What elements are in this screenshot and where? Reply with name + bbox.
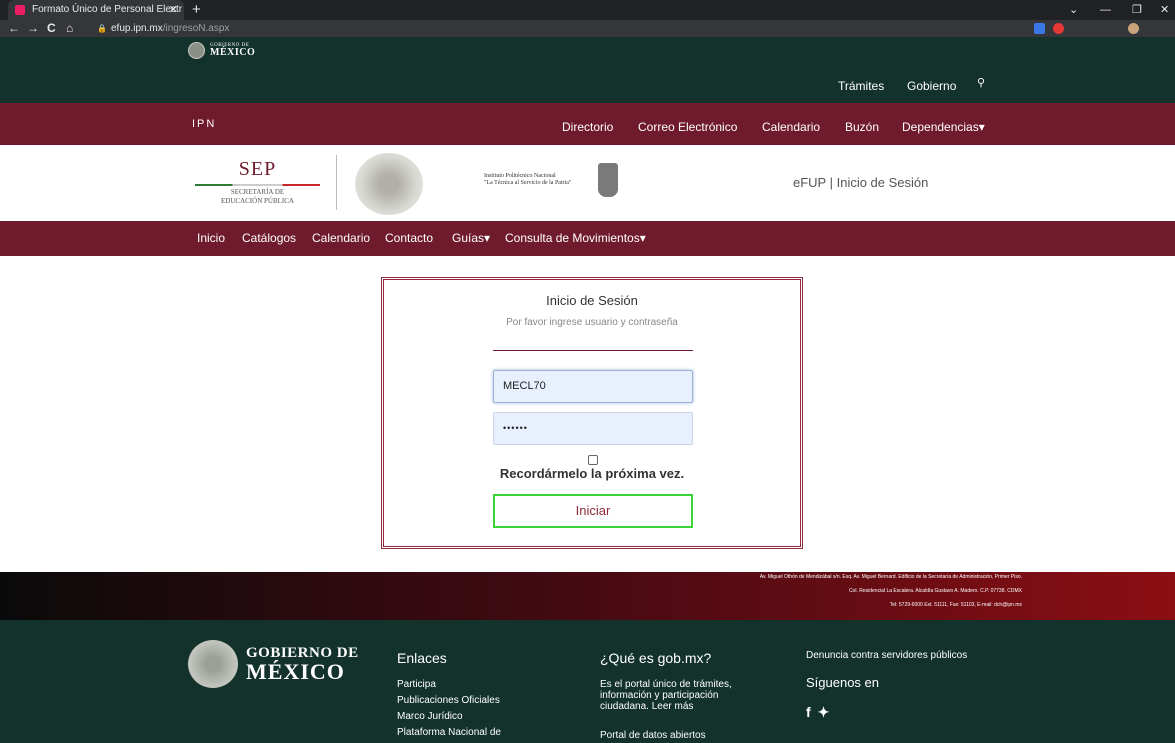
enlaces-heading: Enlaces xyxy=(397,650,447,666)
address-line: Av. Miguel Othón de Mendizábal s/n. Esq.… xyxy=(759,574,1022,580)
nav-gobierno[interactable]: Gobierno xyxy=(907,79,956,93)
ipn-institution-name: Instituto Politécnico Nacional "La Técni… xyxy=(484,173,572,186)
back-button[interactable]: ← xyxy=(8,20,20,37)
divider xyxy=(336,155,337,210)
username-field[interactable]: MECL70 xyxy=(493,370,693,403)
siguenos-heading: Síguenos en xyxy=(806,675,880,690)
address-field[interactable]: efup.ipn.mx/ingresoN.aspx xyxy=(111,20,229,37)
leer-mas-link[interactable]: ciudadana. Leer más xyxy=(600,701,693,712)
gob-logo-line2: MÉXICO xyxy=(210,47,256,58)
nav-inicio[interactable]: Inicio xyxy=(197,231,225,245)
main-nav: Inicio Catálogos Calendario Contacto Guí… xyxy=(0,221,1175,256)
institution-banner: SEP SECRETARÍA DE EDUCACIÓN PÚBLICA Inst… xyxy=(0,145,1175,221)
nav-calendario[interactable]: Calendario xyxy=(312,231,370,245)
que-es-text: Es el portal único de trámites, xyxy=(600,679,732,690)
extension-icon[interactable] xyxy=(1034,23,1045,34)
home-button[interactable]: ⌂ xyxy=(66,20,73,37)
tab-favicon-icon xyxy=(15,5,25,15)
ipn-emblem-icon xyxy=(598,163,618,197)
nav-guias[interactable]: Guías▾ xyxy=(452,231,490,245)
close-window-button[interactable]: ✕ xyxy=(1160,0,1169,20)
nav-consulta-movimientos[interactable]: Consulta de Movimientos▾ xyxy=(505,231,646,245)
new-tab-button[interactable]: + xyxy=(192,0,201,20)
social-icons: f ✦ xyxy=(806,704,829,721)
nav-buzon[interactable]: Buzón xyxy=(845,120,879,134)
forward-button[interactable]: → xyxy=(27,20,39,37)
gob-logo[interactable]: GOBIERNO DE MÉXICO xyxy=(188,42,255,59)
minimize-button[interactable]: — xyxy=(1100,0,1111,20)
nav-correo[interactable]: Correo Electrónico xyxy=(638,120,737,134)
footer-link[interactable]: Plataforma Nacional de xyxy=(397,727,501,738)
search-icon[interactable]: ⚲ xyxy=(977,76,985,89)
ipn-label[interactable]: IPN xyxy=(192,118,216,130)
nav-directorio[interactable]: Directorio xyxy=(562,120,613,134)
extension-icon[interactable] xyxy=(1053,23,1064,34)
facebook-icon[interactable]: f xyxy=(806,704,811,720)
restore-button[interactable]: ❐ xyxy=(1132,0,1142,20)
ipn-bar: IPN Directorio Correo Electrónico Calend… xyxy=(0,103,1175,145)
nav-calendario[interactable]: Calendario xyxy=(762,120,820,134)
reload-button[interactable]: C xyxy=(47,20,56,37)
page-title: eFUP | Inicio de Sesión xyxy=(793,175,929,190)
national-seal-icon xyxy=(188,42,205,59)
tab-close-icon[interactable]: ✕ xyxy=(169,0,178,20)
site-footer: GOBIERNO DE MÉXICO Enlaces Participa Pub… xyxy=(0,620,1175,743)
login-title: Inicio de Sesión xyxy=(546,293,638,308)
address-line: Col. Residencial La Escalera. Alcaldía G… xyxy=(848,588,1022,594)
twitter-icon[interactable]: ✦ xyxy=(818,704,830,720)
datos-abiertos-link[interactable]: Portal de datos abiertos xyxy=(600,730,706,741)
tab-title: Formato Único de Personal Electr xyxy=(32,4,183,15)
divider xyxy=(493,350,693,351)
profile-avatar[interactable] xyxy=(1128,23,1139,34)
que-es-heading: ¿Qué es gob.mx? xyxy=(600,650,712,666)
browser-tab[interactable]: Formato Único de Personal Electr ✕ xyxy=(8,0,184,20)
denuncia-link[interactable]: Denuncia contra servidores públicos xyxy=(806,650,967,661)
nav-dependencias[interactable]: Dependencias▾ xyxy=(902,120,985,134)
national-coat-of-arms-icon xyxy=(355,153,423,215)
que-es-text: información y participación xyxy=(600,690,719,701)
browser-toolbar: ← → C ⌂ 🔒 efup.ipn.mx/ingresoN.aspx xyxy=(0,20,1175,37)
password-field[interactable]: •••••• xyxy=(493,412,693,445)
login-panel: Inicio de Sesión Por favor ingrese usuar… xyxy=(381,277,803,549)
national-seal-icon xyxy=(188,640,238,688)
nav-contacto[interactable]: Contacto xyxy=(385,231,433,245)
remember-checkbox[interactable] xyxy=(588,455,598,465)
lock-icon: 🔒 xyxy=(97,24,107,33)
remember-label: Recordármelo la próxima vez. xyxy=(499,466,685,481)
footer-gob-logo[interactable]: GOBIERNO DE MÉXICO xyxy=(188,640,359,688)
tab-search-chevron-icon[interactable]: ⌄ xyxy=(1069,0,1078,20)
address-footer: Av. Miguel Othón de Mendizábal s/n. Esq.… xyxy=(0,572,1175,620)
footer-link[interactable]: Marco Jurídico xyxy=(397,711,463,722)
gob-header: GOBIERNO DE MÉXICO xyxy=(0,37,1175,103)
nav-catalogos[interactable]: Catálogos xyxy=(242,231,296,245)
nav-tramites[interactable]: Trámites xyxy=(838,79,884,93)
footer-link[interactable]: Participa xyxy=(397,679,436,690)
contact-line: Tel: 5729-6000 Ext. 51111, Fax: 51103, E… xyxy=(889,602,1022,608)
sep-logo[interactable]: SEP SECRETARÍA DE EDUCACIÓN PÚBLICA xyxy=(195,158,320,206)
footer-link[interactable]: Publicaciones Oficiales xyxy=(397,695,500,706)
login-button[interactable]: Iniciar xyxy=(493,494,693,528)
browser-tab-bar: Formato Único de Personal Electr ✕ + ⌄ —… xyxy=(0,0,1175,20)
login-subtitle: Por favor ingrese usuario y contraseña xyxy=(506,317,678,328)
